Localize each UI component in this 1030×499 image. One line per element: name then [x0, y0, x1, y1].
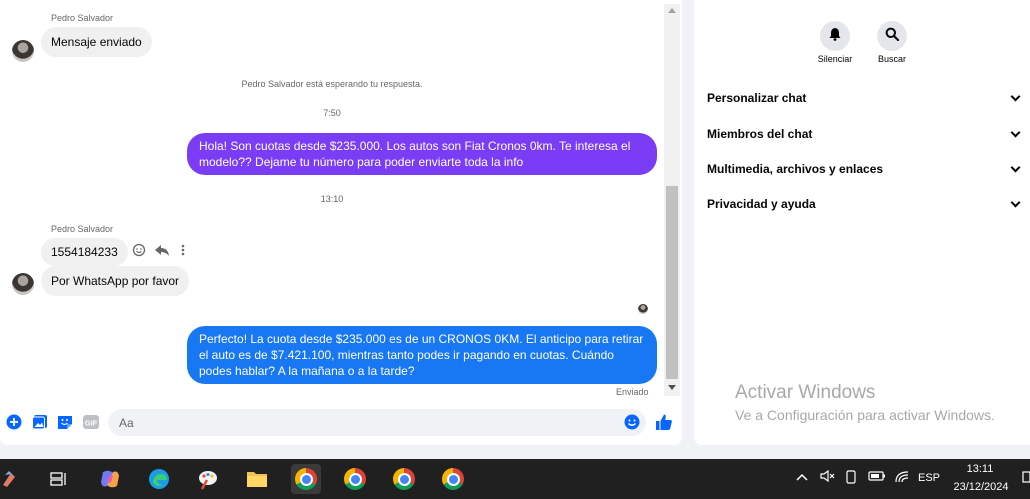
activation-watermark-subtitle: Ve a Configuración para activar Windows.: [735, 407, 995, 423]
notifications-icon[interactable]: [1022, 470, 1030, 487]
search-label: Buscar: [877, 54, 906, 64]
chrome-logo-icon: [344, 468, 366, 490]
chrome-logo-icon: [442, 468, 464, 490]
section-media-files-links[interactable]: Multimedia, archivos y enlaces: [707, 157, 1023, 181]
emoji-react-icon[interactable]: [132, 243, 146, 260]
timestamp: 13:10: [320, 194, 344, 204]
read-receipt-avatar: [638, 304, 648, 314]
section-customize-chat[interactable]: Personalizar chat: [707, 86, 1023, 110]
message-status: Enviado: [616, 387, 649, 397]
scroll-up-arrow[interactable]: [668, 8, 676, 13]
chrome-profile-icon[interactable]: [340, 464, 370, 494]
scroll-down-arrow[interactable]: [668, 385, 676, 390]
chevron-down-icon: [1010, 162, 1021, 172]
chrome-profile-icon[interactable]: [438, 464, 468, 494]
emoji-icon[interactable]: [623, 413, 641, 431]
clock-time[interactable]: 13:11: [960, 463, 1000, 475]
sender-name: Pedro Salvador: [51, 13, 114, 23]
section-label: Multimedia, archivos y enlaces: [707, 162, 884, 176]
message-input[interactable]: [108, 409, 646, 436]
chrome-logo-icon: [393, 468, 415, 490]
section-label: Personalizar chat: [707, 91, 807, 105]
scrollbar-thumb[interactable]: [666, 186, 678, 379]
avatar[interactable]: [12, 40, 34, 62]
speaker-muted-icon[interactable]: [820, 469, 836, 485]
chevron-up-icon[interactable]: [796, 470, 808, 485]
section-label: Miembros del chat: [707, 127, 813, 141]
language-indicator[interactable]: ESP: [918, 472, 940, 484]
chat-panel: Pedro Salvador Mensaje enviado Pedro Sal…: [0, 0, 682, 445]
paint-app-icon[interactable]: [0, 464, 20, 494]
outgoing-message[interactable]: Perfecto! La cuota desde $235.000 es de …: [187, 326, 657, 384]
section-label: Privacidad y ayuda: [707, 197, 816, 211]
section-chat-members[interactable]: Miembros del chat: [707, 122, 1023, 146]
incoming-message[interactable]: Mensaje enviado: [41, 27, 152, 57]
section-privacy-support[interactable]: Privacidad y ayuda: [707, 192, 1023, 216]
svg-text:GIF: GIF: [85, 419, 98, 428]
gif-icon[interactable]: GIF: [82, 413, 100, 431]
wifi-icon[interactable]: [894, 470, 910, 486]
mute-button[interactable]: [820, 21, 850, 51]
task-view-icon[interactable]: [44, 464, 74, 494]
chevron-down-icon: [1010, 91, 1021, 101]
chat-info-panel: Silenciar Buscar Personalizar chat Miemb…: [694, 0, 1030, 445]
clock-date[interactable]: 23/12/2024: [950, 481, 1012, 493]
plus-icon[interactable]: [5, 413, 23, 431]
chevron-down-icon: [1010, 127, 1021, 137]
paint-3d-icon[interactable]: [193, 464, 223, 494]
incoming-message[interactable]: Por WhatsApp por favor: [41, 266, 190, 296]
battery-icon[interactable]: [868, 470, 886, 485]
sticker-icon[interactable]: [56, 413, 74, 431]
avatar[interactable]: [12, 273, 34, 295]
search-button[interactable]: [877, 21, 907, 51]
chrome-logo-icon: [295, 468, 317, 490]
incoming-message[interactable]: 1554184233: [41, 238, 128, 266]
reply-icon[interactable]: [154, 243, 170, 260]
chrome-icon[interactable]: [291, 464, 321, 494]
sender-name: Pedro Salvador: [51, 224, 114, 234]
waiting-notice: Pedro Salvador está esperando tu respues…: [241, 79, 423, 89]
search-icon: [885, 27, 900, 46]
copilot-icon[interactable]: [95, 464, 125, 494]
file-explorer-icon[interactable]: [242, 464, 272, 494]
outgoing-message[interactable]: Hola! Son cuotas desde $235.000. Los aut…: [187, 133, 657, 175]
bell-icon: [828, 27, 842, 46]
timestamp: 7:50: [323, 108, 341, 118]
activation-watermark-title: Activar Windows: [735, 382, 876, 403]
photo-icon[interactable]: [31, 413, 49, 431]
edge-icon[interactable]: [144, 464, 174, 494]
chrome-profile-icon[interactable]: [389, 464, 419, 494]
phone-link-icon[interactable]: [845, 470, 857, 487]
chevron-down-icon: [1010, 197, 1021, 207]
mute-label: Silenciar: [817, 54, 853, 64]
more-options-icon[interactable]: [180, 243, 186, 260]
like-icon[interactable]: [655, 413, 673, 431]
